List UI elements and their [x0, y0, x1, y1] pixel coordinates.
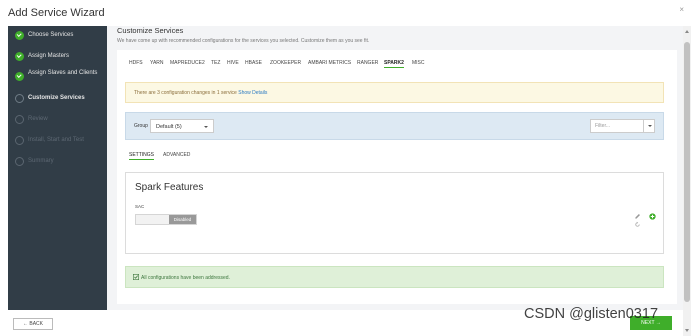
scroll-up-arrow-icon[interactable]	[685, 30, 689, 33]
group-label: Group	[134, 123, 148, 129]
check-square-icon	[133, 274, 139, 280]
undo-icon[interactable]	[634, 221, 641, 228]
chevron-down-icon	[204, 126, 208, 128]
step-label: Assign Masters	[28, 53, 70, 59]
step-label: Customize Services	[28, 95, 85, 101]
sac-label: SAC	[135, 204, 145, 209]
tab-mapreduce2[interactable]: MAPREDUCE2	[170, 60, 205, 66]
page-title: Customize Services	[117, 26, 184, 35]
tab-hbase[interactable]: HBASE	[245, 60, 262, 66]
step-label: Review	[28, 116, 48, 122]
tab-zookeeper[interactable]: ZOOKEEPER	[270, 60, 301, 66]
tab-spark2[interactable]: SPARK2	[384, 60, 404, 68]
panel-title: Spark Features	[135, 182, 204, 193]
filter-input-group	[590, 119, 655, 133]
tab-ranger[interactable]: RANGER	[357, 60, 378, 66]
tab-ambari-metrics[interactable]: AMBARI METRICS	[308, 60, 351, 66]
check-icon	[15, 52, 24, 61]
scroll-down-arrow-icon[interactable]	[685, 329, 689, 332]
watermark-text: CSDN @glisten0317	[524, 306, 659, 322]
tab-settings[interactable]: SETTINGS	[129, 152, 155, 160]
step-label: Assign Slaves and Clients	[28, 70, 98, 76]
close-icon[interactable]: ×	[679, 5, 684, 14]
group-value: Default (5)	[156, 124, 182, 130]
step-number-circle	[15, 115, 24, 124]
filter-dropdown-button[interactable]	[643, 120, 654, 132]
warning-text: There are 3 configuration changes in 1 s…	[134, 90, 237, 96]
tab-yarn[interactable]: YARN	[150, 60, 164, 66]
spark-features-panel: Spark Features SAC Disabled	[125, 172, 664, 254]
check-icon	[15, 72, 24, 81]
sac-toggle[interactable]: Disabled	[135, 214, 197, 225]
wizard-sidebar: Choose Services Assign Masters Assign Sl…	[8, 26, 107, 310]
tab-tez[interactable]: TEZ	[211, 60, 220, 66]
config-changes-alert: There are 3 configuration changes in 1 s…	[125, 82, 664, 103]
check-icon	[15, 31, 24, 40]
tab-misc[interactable]: MISC	[412, 60, 425, 66]
modal-title: Add Service Wizard	[8, 7, 105, 19]
modal-header: Add Service Wizard ×	[0, 0, 691, 26]
step-label: Summary	[28, 158, 54, 164]
page-description: We have come up with recommended configu…	[117, 38, 370, 44]
main-content: Customize Services We have come up with …	[107, 26, 683, 310]
step-label: Choose Services	[28, 32, 74, 38]
toggle-value: Disabled	[169, 215, 196, 224]
scrollbar-thumb[interactable]	[684, 42, 690, 302]
show-details-link[interactable]: Show Details	[238, 90, 267, 96]
pencil-icon[interactable]	[634, 213, 641, 220]
step-number-circle	[15, 136, 24, 145]
filter-input[interactable]	[591, 120, 644, 132]
step-number-circle	[15, 157, 24, 166]
vertical-scrollbar[interactable]	[683, 26, 691, 336]
tab-hive[interactable]: HIVE	[227, 60, 239, 66]
config-group-bar: Group Default (5)	[125, 112, 664, 140]
group-select[interactable]: Default (5)	[150, 119, 214, 133]
tab-advanced[interactable]: ADVANCED	[163, 152, 190, 158]
success-text: All configurations have been addressed.	[141, 275, 230, 281]
success-alert: All configurations have been addressed.	[125, 266, 664, 288]
step-label: Install, Start and Test	[28, 137, 84, 143]
config-card: HDFS YARN MAPREDUCE2 TEZ HIVE HBASE ZOOK…	[117, 50, 677, 304]
plus-circle-icon[interactable]	[649, 213, 656, 220]
alert-text: There are 3 configuration changes in 1 s…	[134, 90, 267, 96]
tab-hdfs[interactable]: HDFS	[129, 60, 143, 66]
step-number-circle	[15, 94, 24, 103]
back-button[interactable]: ← BACK	[13, 318, 53, 330]
